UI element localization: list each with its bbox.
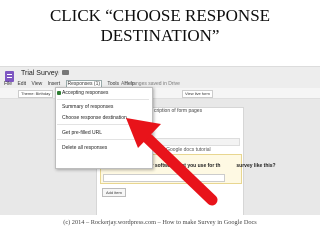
folder-icon[interactable] (62, 70, 69, 75)
star-icon[interactable]: ☆ (54, 69, 60, 77)
menu-item-choose-destination[interactable]: Choose response destination (62, 115, 127, 121)
add-item-button[interactable]: Add item (102, 188, 126, 197)
menu-item-delete-all[interactable]: Delete all responses (62, 145, 107, 151)
menu-file[interactable]: File (4, 81, 12, 87)
menu-item-accepting[interactable]: Accepting responses (62, 90, 108, 96)
menu-divider (57, 124, 149, 125)
slide-title: CLICK “CHOOSE RESPONSE DESTINATION” (49, 6, 271, 45)
form-description: cription of form pages (154, 108, 203, 114)
menu-edit[interactable]: Edit (17, 81, 26, 87)
menu-view[interactable]: View (31, 81, 42, 87)
menu-divider (57, 139, 149, 140)
view-live-form-button[interactable]: View live form (182, 90, 213, 98)
screenshot-area: Trial Survey ☆ File Edit View Insert Res… (0, 66, 320, 215)
question-hint: rvey in Google docs tutorial (150, 147, 211, 153)
doc-title[interactable]: Trial Survey (21, 70, 58, 77)
menu-item-prefilled-url[interactable]: Get pre-filled URL (62, 130, 102, 136)
form-field[interactable] (150, 138, 240, 146)
accepting-check-icon (57, 91, 61, 95)
slide-footer: (c) 2014 – Rockerjay.wordpress.com – How… (63, 219, 257, 226)
menu-divider (57, 99, 149, 100)
question-suffix: survey like this? (236, 163, 276, 169)
menu-item-summary[interactable]: Summary of responses (62, 104, 113, 110)
question-text-field[interactable] (103, 174, 225, 182)
theme-button[interactable]: Theme: Birthday (18, 90, 54, 98)
